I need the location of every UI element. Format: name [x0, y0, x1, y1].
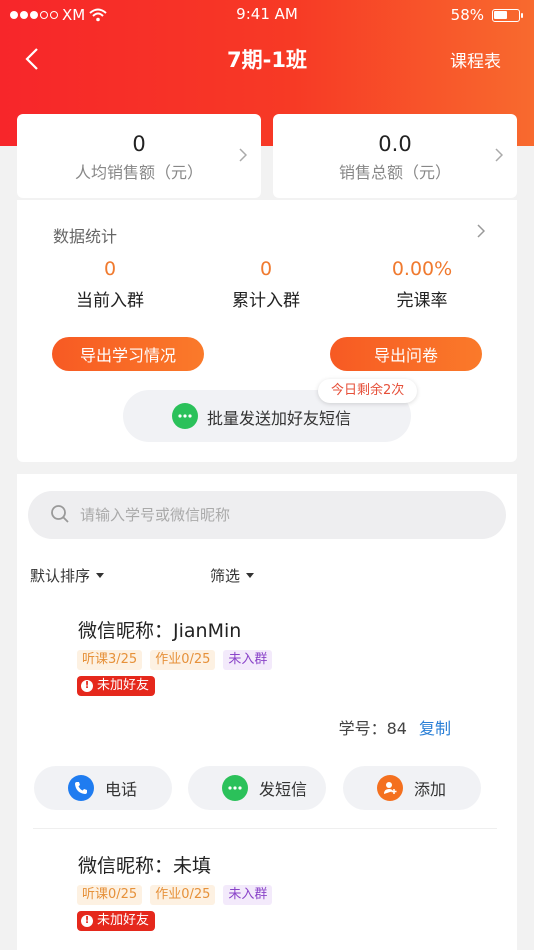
phone-icon — [68, 775, 94, 801]
sms-button[interactable]: 发短信 — [188, 766, 326, 810]
group-status-tag: 未入群 — [223, 885, 273, 905]
metric-total-group: 0 累计入群 — [196, 258, 336, 311]
alert-icon: ! — [81, 680, 93, 692]
data-statistics-card: 数据统计 0 当前入群 0 累计入群 0.00% 完课率 导出学习情况 导出问卷… — [17, 200, 517, 462]
lesson-progress-tag: 听课0/25 — [77, 885, 143, 905]
student-tags: 听课0/25 作业0/25 未入群 — [77, 885, 273, 905]
avg-sales-card[interactable]: 0 人均销售额（元） — [17, 114, 261, 198]
batch-sms-label: 批量发送加好友短信 — [207, 409, 352, 428]
copy-id-link[interactable]: 复制 — [419, 715, 451, 739]
filter-label: 筛选 — [210, 567, 241, 585]
total-sales-label: 销售总额（元） — [338, 163, 451, 182]
chevron-left-icon — [25, 48, 38, 70]
battery-icon — [492, 8, 523, 22]
chevron-right-icon[interactable] — [477, 224, 485, 238]
total-sales-card[interactable]: 0.0 销售总额（元） — [273, 114, 517, 198]
search-icon — [51, 505, 69, 523]
message-icon — [222, 775, 248, 801]
add-friend-button[interactable]: 添加 — [343, 766, 481, 810]
export-survey-button[interactable]: 导出问卷 — [330, 337, 482, 371]
export-study-button[interactable]: 导出学习情况 — [52, 337, 204, 371]
message-icon — [172, 403, 198, 429]
divider — [33, 828, 497, 829]
friend-status-label: 未加好友 — [97, 913, 150, 928]
friend-status-tag: ! 未加好友 — [77, 911, 156, 931]
metric-value: 0.00% — [391, 258, 453, 280]
metric-value: 0 — [103, 258, 117, 280]
metric-label: 当前入群 — [76, 291, 144, 311]
search-input[interactable] — [80, 491, 480, 539]
student-nickname: 微信昵称：未填 — [78, 855, 212, 877]
metric-value: 0 — [259, 258, 273, 280]
filter-dropdown[interactable]: 筛选 — [210, 565, 255, 586]
friend-status-tag: ! 未加好友 — [77, 676, 156, 696]
student-nickname: 微信昵称：JianMin — [78, 620, 242, 642]
call-label: 电话 — [105, 780, 138, 799]
total-sales-value: 0.0 — [378, 132, 412, 156]
homework-progress-tag: 作业0/25 — [150, 650, 216, 670]
metric-label: 完课率 — [396, 291, 448, 311]
data-statistics-title: 数据统计 — [53, 227, 118, 246]
friend-status-label: 未加好友 — [97, 678, 150, 693]
alert-icon: ! — [81, 915, 93, 927]
avg-sales-value: 0 — [132, 132, 146, 156]
sms-remaining-badge: 今日剩余2次 — [318, 379, 418, 403]
sort-dropdown[interactable]: 默认排序 — [30, 565, 105, 586]
battery-status: 58% — [450, 6, 523, 24]
homework-progress-tag: 作业0/25 — [150, 885, 216, 905]
search-bar[interactable] — [28, 491, 506, 539]
metric-current-group: 0 当前入群 — [40, 258, 180, 311]
metric-completion-rate: 0.00% 完课率 — [352, 258, 492, 311]
student-tags: 听课3/25 作业0/25 未入群 — [77, 650, 273, 670]
add-friend-label: 添加 — [414, 780, 447, 799]
add-user-icon — [377, 775, 403, 801]
chevron-right-icon — [239, 148, 247, 162]
call-button[interactable]: 电话 — [34, 766, 172, 810]
caret-down-icon — [96, 573, 105, 578]
group-status-tag: 未入群 — [223, 650, 273, 670]
schedule-button[interactable]: 课程表 — [450, 47, 501, 72]
student-list-card: 默认排序 筛选 微信昵称：JianMin 听课3/25 作业0/25 未入群 !… — [17, 474, 517, 950]
metric-label: 累计入群 — [232, 291, 300, 311]
status-bar: XM 9:41 AM 58% — [0, 0, 534, 30]
caret-down-icon — [246, 573, 255, 578]
battery-percent: 58% — [450, 6, 484, 24]
sms-label: 发短信 — [259, 780, 308, 799]
chevron-right-icon — [495, 148, 503, 162]
sort-label: 默认排序 — [30, 567, 91, 585]
student-id: 学号：84 — [338, 719, 407, 738]
back-button[interactable] — [18, 44, 46, 74]
lesson-progress-tag: 听课3/25 — [77, 650, 143, 670]
avg-sales-label: 人均销售额（元） — [74, 163, 203, 182]
